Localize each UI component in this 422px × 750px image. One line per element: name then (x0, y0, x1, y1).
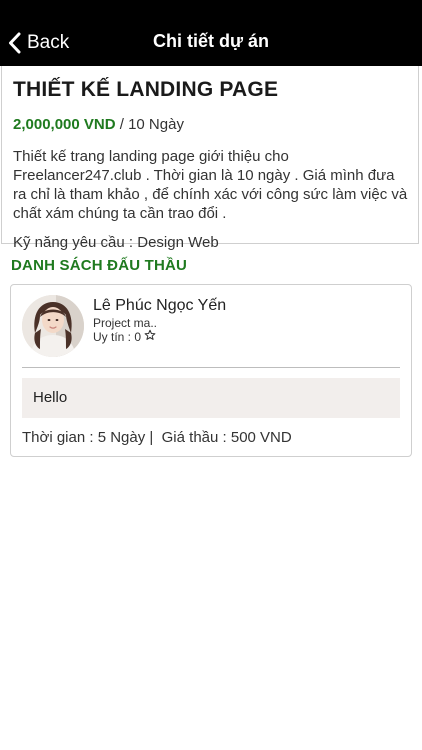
project-detail-card: THIẾT KẾ LANDING PAGE 2,000,000 VND / 10… (1, 66, 419, 251)
project-price-line: 2,000,000 VND / 10 Ngày (13, 116, 418, 133)
bidder-rating: Uy tín : 0 (93, 329, 156, 344)
page-title: Chi tiết dự án (152, 31, 270, 51)
divider (22, 367, 400, 368)
navigation-bar: Back Chi tiết dự án (0, 0, 422, 66)
bid-message: Hello (22, 378, 400, 418)
star-outline-icon (144, 329, 156, 344)
bids-heading: DANH SÁCH ĐẤU THẦU (11, 257, 188, 274)
project-price: 2,000,000 VND (13, 116, 116, 133)
project-title: THIẾT KẾ LANDING PAGE (13, 78, 279, 101)
bid-price: Giá thầu : 500 VND (161, 429, 292, 446)
project-skills: Kỹ năng yêu cầu : Design Web (13, 234, 219, 251)
bidder-name[interactable]: Lê Phúc Ngọc Yến (93, 297, 226, 315)
bid-time: Thời gian : 5 Ngày | (22, 429, 154, 446)
bid-card[interactable]: Lê Phúc Ngọc Yến Project ma.. Uy tín : 0… (10, 284, 412, 457)
project-duration: / 10 Ngày (115, 116, 184, 133)
rating-label: Uy tín : 0 (93, 329, 142, 344)
avatar[interactable] (22, 295, 84, 357)
bidder-role: Project ma.. (93, 316, 158, 330)
project-description: Thiết kế trang landing page giới thiệu c… (13, 148, 408, 222)
bid-terms: Thời gian : 5 Ngày | Giá thầu : 500 VND (22, 429, 292, 446)
